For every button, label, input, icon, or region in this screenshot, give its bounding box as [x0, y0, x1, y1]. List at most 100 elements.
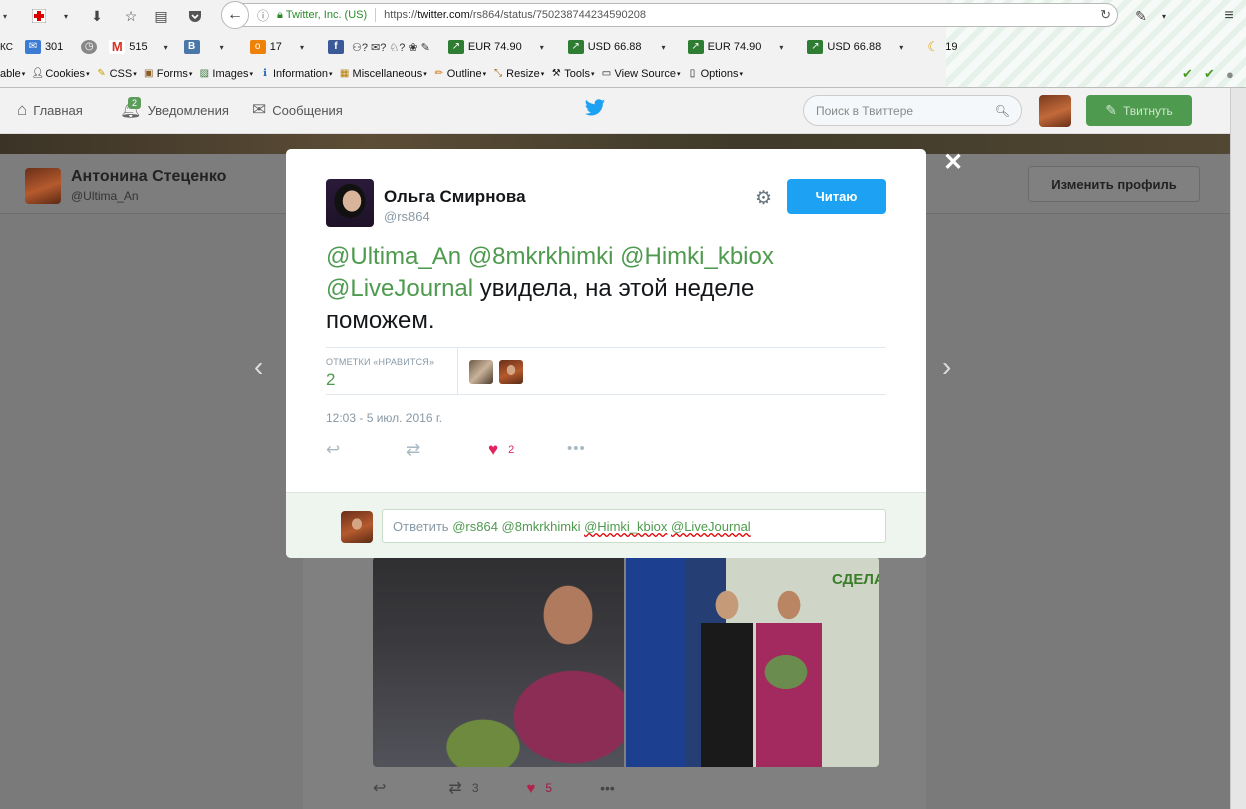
bookmark-ok[interactable]: о 17 ▾ [249, 40, 310, 54]
profile-name[interactable]: Антонина Стеценко [71, 168, 226, 186]
more-icon[interactable]: ••• [600, 780, 615, 796]
menu-options[interactable]: ▯ Options ▾ [687, 68, 743, 80]
pocket-icon[interactable] [184, 6, 206, 26]
info-icon[interactable]: ⓘ [257, 7, 269, 24]
envelope-icon: ✉ [252, 100, 267, 119]
tweet-modal: Ольга Смирнова @rs864 ⚙ Читаю @Ultima_An… [286, 149, 926, 558]
outline-pencil-icon: ✏ [434, 68, 443, 79]
menu-information[interactable]: ℹ Information ▾ [259, 68, 332, 80]
next-arrow-icon[interactable]: › [942, 351, 951, 383]
reload-icon[interactable]: ↻ [1100, 7, 1111, 23]
bookmark-weather[interactable]: ☾ 19 [925, 40, 957, 54]
like-button[interactable]: ♥ 2 [488, 440, 514, 460]
site-identity[interactable]: Twitter, Inc. (US) [286, 9, 367, 21]
close-icon[interactable]: ✕ [943, 148, 963, 177]
bookmark-vk[interactable]: В ▾ [183, 40, 230, 54]
caret-icon[interactable]: ▾ [1162, 12, 1166, 21]
tweet-timestamp[interactable]: 12:03 - 5 июл. 2016 г. [326, 411, 442, 425]
check-icon[interactable]: ✔ [1204, 66, 1215, 82]
tweet-photo[interactable]: СДЕЛАЕ [373, 557, 879, 767]
menu-outline[interactable]: ✏ Outline ▾ [433, 68, 487, 80]
menu-miscellaneous[interactable]: ▦ Miscellaneous ▾ [339, 68, 427, 80]
retweet-icon[interactable]: ⇄ [406, 440, 420, 460]
gmail-icon: M [109, 40, 126, 54]
menu-disable[interactable]: able ▾ [0, 68, 25, 80]
bookmark-clock[interactable]: ◷ [81, 40, 101, 54]
bookmark-rate-3[interactable]: ↗ EUR 74.90 ▾ [687, 40, 790, 54]
bookmark-rate-2[interactable]: ↗ USD 66.88 ▾ [567, 40, 672, 54]
following-button[interactable]: Читаю [787, 179, 886, 214]
caret-icon[interactable]: ▾ [64, 12, 68, 21]
author-name[interactable]: Ольга Смирнова [384, 187, 526, 207]
reading-list-icon[interactable]: ▤ [150, 6, 172, 26]
background-tweet-actions: ↩ ⇄ 3 ♥ 5 ••• [373, 778, 673, 798]
eyedropper-icon[interactable]: ✎ [1130, 6, 1152, 26]
resize-icon: ⤡ [494, 68, 503, 79]
compose-icon: ✎ [1105, 102, 1117, 118]
photo-right[interactable]: СДЕЛАЕ [626, 557, 879, 767]
tools-icon: ⚒ [551, 68, 561, 79]
liker-avatar[interactable] [469, 360, 493, 384]
tweet-button[interactable]: ✎ Твитнуть [1086, 95, 1192, 126]
previous-arrow-icon[interactable]: ‹ [254, 351, 263, 383]
chart-icon: ↗ [567, 40, 584, 54]
retweet-action[interactable]: ⇄ 3 [448, 778, 478, 798]
bookmark-misc[interactable]: ⚇? ✉? ♘? ❀ ✎ [352, 41, 430, 54]
reply-input[interactable]: Ответить @rs864 @8mkrkhimki @Himki_kbiox… [382, 509, 886, 543]
menu-css[interactable]: ✎ CSS ▾ [96, 68, 136, 80]
bookmark-gmail[interactable]: M 515 ▾ [109, 40, 173, 54]
menu-caret-icon[interactable]: ▾ [0, 6, 10, 26]
bookmark-facebook[interactable]: f [327, 40, 348, 54]
scrollbar[interactable] [1230, 88, 1246, 809]
likes-count[interactable]: 2 [326, 370, 335, 390]
mention-link[interactable]: @8mkrkhimki [468, 243, 614, 270]
author-handle[interactable]: @rs864 [384, 209, 430, 224]
hamburger-menu-icon[interactable]: ≡ [1218, 6, 1240, 26]
edit-profile-button[interactable]: Изменить профиль [1028, 166, 1200, 202]
photo-left[interactable] [373, 557, 624, 767]
web-developer-toolbar: able ▾ 👤︎ Cookies ▾ ✎ CSS ▾ ▣ Forms ▾ ▨ Images ▾ … [0, 64, 1246, 84]
avatar[interactable] [25, 168, 61, 204]
mention-link[interactable]: @Ultima_An [326, 243, 461, 270]
search-input[interactable]: Поиск в Твиттере 🔍︎ [803, 95, 1022, 126]
avatar[interactable] [1039, 95, 1071, 127]
mail-icon: ✉ [24, 40, 41, 54]
photo-person [701, 587, 753, 767]
menu-cookies[interactable]: 👤︎ Cookies ▾ [31, 68, 89, 80]
menu-forms[interactable]: ▣ Forms ▾ [143, 68, 192, 80]
menu-tools[interactable]: ⚒ Tools ▾ [550, 68, 595, 80]
search-icon[interactable]: 🔍︎ [995, 104, 1010, 118]
bookmark-star-icon[interactable]: ☆ [120, 6, 142, 26]
nav-home[interactable]: ⌂ Главная [17, 100, 83, 120]
toolbar-right: ✎ ▾ ≡ [1130, 3, 1246, 29]
url-bar[interactable]: ← ⓘ 🔒︎ Twitter, Inc. (US) https://twitte… [221, 1, 1118, 29]
liker-avatar[interactable] [499, 360, 523, 384]
notifications-badge: 2 [128, 97, 141, 109]
bookmark-partial[interactable]: КС [0, 42, 13, 53]
like-action[interactable]: ♥ 5 [527, 780, 553, 797]
reply-icon[interactable]: ↩ [373, 778, 386, 798]
likes-label[interactable]: ОТМЕТКИ «НРАВИТСЯ» [326, 357, 434, 367]
check-icon[interactable]: ✔ [1182, 66, 1193, 82]
menu-images[interactable]: ▨ Images ▾ [198, 68, 253, 80]
reply-icon[interactable]: ↩ [326, 440, 340, 460]
bookmark-rate-4[interactable]: ↗ USD 66.88 ▾ [807, 40, 909, 54]
menu-view-source[interactable]: ▭ View Source ▾ [600, 68, 681, 80]
back-button[interactable]: ← [221, 1, 249, 29]
bookmark-rate-1[interactable]: ↗ EUR 74.90 ▾ [447, 40, 550, 54]
lock-icon: 🔒︎ [277, 8, 283, 21]
url-text[interactable]: https://twitter.com/rs864/status/7502387… [384, 9, 646, 21]
mention-link[interactable]: @LiveJournal [326, 275, 473, 302]
gear-icon[interactable]: ⚙ [755, 187, 772, 210]
download-icon[interactable]: ⬇ [86, 6, 108, 26]
mention-link[interactable]: @Himki_kbiox [620, 243, 774, 270]
addon-red-cross-icon[interactable] [28, 6, 50, 26]
nav-messages[interactable]: ✉ Сообщения [252, 100, 343, 120]
status-circle-icon[interactable]: ● [1226, 67, 1234, 82]
bookmark-mail[interactable]: ✉ 301 [24, 40, 63, 54]
more-icon[interactable]: ••• [567, 440, 586, 457]
twitter-bird-icon[interactable] [584, 97, 606, 119]
menu-resize[interactable]: ⤡ Resize ▾ [492, 68, 544, 80]
profile-handle[interactable]: @Ultima_An [71, 189, 139, 203]
author-avatar[interactable] [326, 179, 374, 227]
